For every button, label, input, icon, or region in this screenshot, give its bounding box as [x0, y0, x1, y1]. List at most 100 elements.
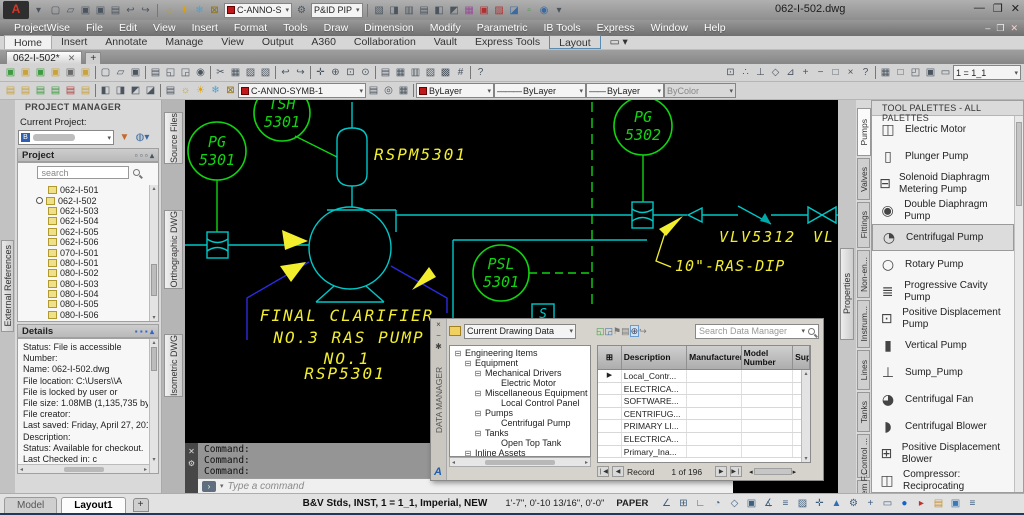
layer-combo[interactable]: C-ANNO-SYMB-1▾ — [238, 83, 366, 98]
dm-tree-item[interactable]: ⊟ Miscellaneous Equipment — [452, 388, 590, 398]
menu-item[interactable]: Express — [589, 22, 643, 34]
navigate-toolbar-icon[interactable]: ⊕ — [328, 65, 343, 80]
layer-state-icon[interactable]: ☼ — [178, 83, 193, 98]
dm-tree-item[interactable]: ⊟ Engineering Items — [452, 348, 590, 358]
qat-icon[interactable]: ▤ — [417, 3, 432, 18]
ribbon-tab[interactable]: Collaboration — [345, 35, 425, 49]
dm-tree-item[interactable]: Open Top Tank — [452, 438, 590, 448]
layer-state-icon[interactable]: ☀ — [193, 83, 208, 98]
expand-collapse-icon[interactable]: ⊟ — [464, 359, 472, 368]
osnap-toolbar-icon[interactable]: ◇ — [768, 65, 783, 80]
palette-grip-icon[interactable]: ✱ — [431, 341, 446, 352]
prev-record-button[interactable]: ◀ — [612, 466, 624, 477]
qat-icon[interactable]: ↪ — [138, 3, 153, 18]
layer-toggle-icon[interactable]: ☀ — [177, 3, 192, 18]
navigate-toolbar-icon[interactable]: ✛ — [313, 65, 328, 80]
command-input[interactable]: Type a command — [228, 481, 305, 492]
viewport-toolbar-icon[interactable]: ▭ — [938, 65, 953, 80]
status-toggle-icon[interactable]: ▣ — [743, 498, 759, 509]
workspace-gear-icon[interactable]: ⚙ — [294, 3, 309, 18]
qat-layer-combo[interactable]: C-ANNO-S▾ — [224, 3, 292, 18]
ribbon-tab[interactable]: Express Tools — [466, 35, 549, 49]
data-manager-icon[interactable]: ⊕ — [630, 325, 640, 337]
status-toggle-icon[interactable]: ▨ — [794, 498, 810, 509]
paper-model-toggle[interactable]: PAPER — [616, 498, 648, 509]
menu-item[interactable]: Modify — [422, 22, 469, 34]
project-tree-item[interactable]: 080-I-502 — [18, 268, 148, 278]
close-button[interactable]: ✕ — [1011, 2, 1020, 15]
layer-tool-icon[interactable]: ▤ — [33, 83, 48, 98]
expand-collapse-icon[interactable]: ⊟ — [474, 369, 482, 378]
viewport-toolbar-icon[interactable]: ▦ — [878, 65, 893, 80]
data-source-combo[interactable]: Current Drawing Data▾ — [464, 324, 576, 339]
qat-icon[interactable]: ▥ — [402, 3, 417, 18]
project-tree-item[interactable]: 080-I-504 — [18, 289, 148, 299]
status-toggle-icon[interactable]: + — [862, 498, 878, 509]
palette-tool-item[interactable]: ◗ Centrifugal Blower — [872, 413, 1014, 440]
layer-tool-icon[interactable]: ◨ — [113, 83, 128, 98]
undo-redo-icon[interactable]: ↪ — [293, 65, 308, 80]
ribbon-tab[interactable]: Manage — [156, 35, 212, 49]
external-references-tab[interactable]: External References — [1, 240, 14, 332]
qat-icon[interactable]: ▦ — [462, 3, 477, 18]
projectwise-toolbar-icon[interactable]: ▣ — [33, 65, 48, 80]
next-record-button[interactable]: ▶ — [715, 466, 727, 477]
chevron-down-icon[interactable]: ▾ — [220, 482, 224, 490]
menu-item[interactable]: View — [145, 22, 184, 34]
first-record-button[interactable]: ❘◀ — [597, 466, 609, 477]
palette-tab[interactable]: Tanks — [857, 392, 870, 432]
palette-tool-item[interactable]: ⊞ Positive Displacement Blower — [872, 440, 1014, 467]
project-tree-item[interactable]: 062-I-504 — [18, 216, 148, 226]
dm-tree-item[interactable]: ⊟ Pumps — [452, 408, 590, 418]
layer-tool-icon[interactable]: ▤ — [63, 83, 78, 98]
qat-icon[interactable]: ◉ — [537, 3, 552, 18]
menu-item[interactable]: Tools — [275, 22, 316, 34]
viewport-toolbar-icon[interactable]: ▣ — [923, 65, 938, 80]
details-h-scrollbar[interactable]: ◂▸ — [18, 464, 149, 473]
color-combo[interactable]: ByLayer▾ — [416, 83, 494, 98]
status-toggle-icon[interactable]: ◇ — [726, 498, 742, 509]
tab-close-icon[interactable]: ✕ — [68, 52, 76, 64]
expand-collapse-icon[interactable]: ⊟ — [474, 409, 482, 418]
pm-side-tab[interactable]: Orthographic DWG — [164, 210, 183, 289]
status-toggle-icon[interactable]: ✛ — [811, 498, 827, 509]
expand-collapse-icon[interactable]: ⊟ — [474, 429, 482, 438]
qat-icon[interactable]: ▾ — [552, 3, 567, 18]
status-toggle-icon[interactable]: ▭ — [879, 498, 895, 509]
dm-tree-item[interactable]: Local Control Panel — [452, 398, 590, 408]
clipboard-toolbar-icon[interactable]: ▦ — [228, 65, 243, 80]
status-toggle-icon[interactable]: ∠ — [658, 498, 674, 509]
data-manager-search[interactable]: Search Data Manager▾ — [695, 324, 819, 339]
data-manager-icon[interactable]: ◱ — [596, 326, 605, 336]
layer-manager-icon[interactable]: ▤ — [163, 83, 178, 98]
layer-toggle-icon[interactable]: ☼ — [162, 3, 177, 18]
menu-item[interactable]: Insert — [184, 22, 226, 34]
ribbon-minimize-icon[interactable]: ▭ ▾ — [601, 35, 637, 49]
status-toggle-icon[interactable]: ⚙ — [845, 498, 861, 509]
menu-item[interactable]: Dimension — [356, 22, 422, 34]
file-toolbar-icon[interactable]: ▣ — [128, 65, 143, 80]
palette-tool-item[interactable]: ◕ Centrifugal Fan — [872, 386, 1014, 413]
menu-item[interactable]: Edit — [111, 22, 145, 34]
data-manager-grip[interactable]: ×−✱ DATA MANAGER A — [431, 319, 447, 480]
document-tab[interactable]: 062-I-502*✕ — [6, 51, 82, 64]
qat-icon[interactable]: ▫ — [522, 3, 537, 18]
osnap-toolbar-icon[interactable]: □ — [828, 65, 843, 80]
dm-tree-item[interactable]: Centrifugal Pump — [452, 418, 590, 428]
table-row[interactable]: SOFTWARE... — [598, 395, 810, 408]
palette-tool-item[interactable]: ▮ Vertical Pump — [872, 332, 1014, 359]
osnap-toolbar-icon[interactable]: ⊡ — [723, 65, 738, 80]
palette-toolbar-icon[interactable]: ▤ — [378, 65, 393, 80]
menu-item[interactable]: ProjectWise — [6, 22, 78, 34]
project-tree-item[interactable]: 080-I-505 — [18, 299, 148, 309]
qat-icon[interactable]: ◧ — [432, 3, 447, 18]
logo-dropdown-icon[interactable]: ▾ — [31, 3, 46, 18]
navigate-toolbar-icon[interactable]: ⊡ — [343, 65, 358, 80]
palette-grip-icon[interactable]: × — [431, 319, 446, 330]
last-record-button[interactable]: ▶❘ — [730, 466, 742, 477]
ribbon-tab[interactable]: View — [212, 35, 253, 49]
status-toggle-icon[interactable]: ▣ — [947, 498, 963, 509]
palette-tool-item[interactable]: ◔ Centrifugal Pump — [872, 224, 1014, 251]
palette-toolbar-icon[interactable]: ▩ — [438, 65, 453, 80]
projectwise-toolbar-icon[interactable]: ▣ — [48, 65, 63, 80]
